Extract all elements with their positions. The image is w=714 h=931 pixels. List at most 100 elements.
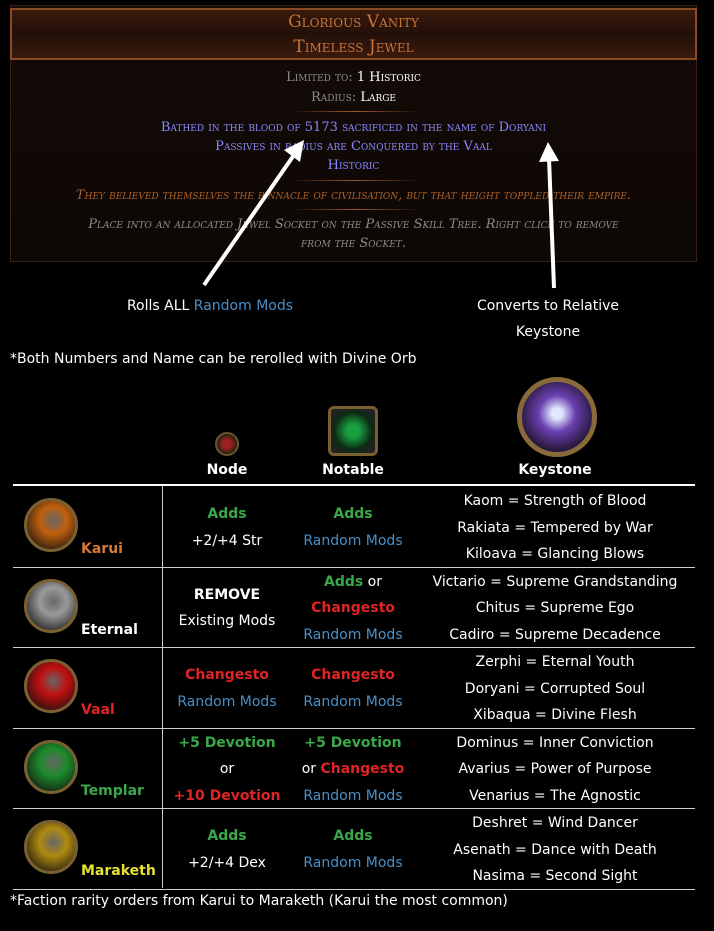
cell-text: +2/+4 Str (191, 532, 263, 549)
notable-line: +5 Devotion (293, 730, 413, 757)
row-divider (13, 566, 695, 568)
annotation-right-2: Keystone (515, 324, 581, 340)
cell-text: Random Mods (303, 532, 403, 549)
row-divider (13, 888, 695, 890)
templar-orb-icon (24, 739, 78, 794)
column-divider (162, 486, 163, 888)
annotation-right-1: Converts to Relative (476, 298, 620, 314)
node-cell: REMOVE Existing Mods (167, 582, 287, 635)
keystone-mapping: Kaom = Strength of Blood (463, 493, 647, 509)
cell-text: Random Mods (303, 693, 403, 710)
notable-line: Random Mods (293, 783, 413, 810)
maraketh-orb-icon (24, 820, 78, 874)
cell-text: Random Mods (177, 693, 277, 710)
notable-cell: Changesto Random Mods (293, 662, 413, 715)
annotation-left: Rolls ALL Random Mods (126, 298, 294, 314)
notable-line: Adds (293, 823, 413, 850)
faction-name: Karui (81, 541, 123, 557)
notable-line: Random Mods (293, 528, 413, 555)
row-divider (13, 727, 695, 729)
keystone-mapping: Venarius = The Agnostic (469, 787, 641, 804)
keystone-icon (517, 377, 597, 457)
notable-icon (328, 406, 378, 456)
cell-text: Adds (324, 573, 364, 590)
cell-text: Random Mods (303, 787, 403, 804)
node-line: Changesto (167, 662, 287, 689)
keystone-mapping: Xibaqua = Divine Flesh (473, 707, 637, 723)
keystone-mapping: Avarius = Power of Purpose (458, 761, 652, 777)
keystone-cell: Zerphi = Eternal Youth Doryani = Corrupte… (418, 649, 692, 729)
node-line: Existing Mods (167, 608, 287, 635)
cell-text: or (219, 761, 235, 777)
notable-cell: Adds or Changesto Random Mods (293, 569, 413, 649)
cell-text: +10 Devotion (173, 787, 281, 804)
node-line: +2/+4 Str (167, 528, 287, 555)
keystone-cell: Deshret = Wind Dancer Asenath = Dance wit… (418, 810, 692, 890)
keystone-mapping: Doryani = Corrupted Soul (464, 680, 646, 697)
faction-name: Maraketh (81, 863, 156, 879)
keystone-mapping: Asenath = Dance with Death (453, 841, 657, 858)
cell-text: +5 Devotion (304, 734, 402, 751)
karui-orb-icon (24, 498, 78, 552)
arrow-left (202, 140, 304, 287)
cell-text: Random Mods (303, 854, 403, 871)
node-cell: Adds +2/+4 Dex (167, 823, 287, 876)
footer-note: *Faction rarity orders from Karui to Mar… (10, 893, 508, 909)
keystone-mapping: Chitus = Supreme Ego (475, 600, 635, 616)
row-divider (13, 647, 695, 648)
keystone-cell: Dominus = Inner Conviction Avarius = Powe… (418, 730, 692, 810)
reroll-note: *Both Numbers and Name can be rerolled w… (10, 351, 417, 367)
cell-text: Adds (333, 506, 373, 522)
keystone-cell: Victario = Supreme Grandstanding Chitus =… (418, 569, 692, 649)
column-header-node: Node (206, 462, 248, 478)
cell-text: Adds (333, 828, 373, 844)
keystone-mapping: Nasima = Second Sight (472, 868, 638, 884)
notable-line: Adds (293, 501, 413, 528)
notable-line: Adds or (293, 569, 413, 596)
notable-line: or Changesto (293, 756, 413, 783)
arrows (202, 140, 559, 289)
arrow-right (539, 142, 559, 289)
keystone-mapping: Victario = Supreme Grandstanding (432, 573, 678, 590)
cell-text: +5 Devotion (178, 734, 276, 751)
notable-line: Random Mods (293, 622, 413, 649)
cell-text: Changesto (311, 667, 395, 683)
node-line: or (167, 756, 287, 783)
node-line: Random Mods (167, 689, 287, 716)
node-cell: Changesto Random Mods (167, 662, 287, 715)
keystone-mapping: Cadiro = Supreme Decadence (449, 626, 661, 643)
notable-line: Changesto (293, 662, 413, 689)
node-line: +2/+4 Dex (167, 850, 287, 877)
faction-name: Eternal (81, 621, 138, 638)
notable-cell: Adds Random Mods (293, 501, 413, 554)
node-line: Adds (167, 501, 287, 528)
eternal-orb-icon (24, 578, 78, 633)
keystone-mapping: Dominus = Inner Conviction (456, 734, 654, 751)
cell-text: REMOVE (193, 586, 261, 603)
cell-text: Random Mods (303, 626, 403, 643)
node-line: +10 Devotion (167, 783, 287, 810)
column-header-keystone: Keystone (518, 462, 592, 478)
node-line: REMOVE (167, 582, 287, 609)
cell-text: or (363, 573, 382, 590)
notable-cell: Adds Random Mods (293, 823, 413, 876)
cell-text: Changesto (311, 600, 395, 616)
notable-cell: +5 Devotion or Changesto Random Mods (293, 730, 413, 810)
column-header-notable: Notable (322, 462, 384, 478)
node-cell: Adds +2/+4 Str (167, 501, 287, 554)
node-line: +5 Devotion (167, 730, 287, 757)
table-top-border (13, 484, 695, 486)
keystone-mapping: Zerphi = Eternal Youth (475, 654, 635, 670)
notable-line: Random Mods (293, 850, 413, 877)
keystone-mapping: Rakiata = Tempered by War (457, 519, 653, 536)
row-divider (13, 808, 695, 809)
node-cell: +5 Devotion or +10 Devotion (167, 730, 287, 810)
cell-text: Adds (207, 506, 247, 522)
cell-text: +2/+4 Dex (188, 854, 266, 871)
notable-line: Changesto (293, 595, 413, 622)
node-line: Adds (167, 823, 287, 850)
cell-text: Existing Mods (178, 613, 276, 629)
faction-name: Templar (81, 782, 144, 799)
cell-text: Adds (207, 828, 247, 844)
node-icon (215, 432, 239, 456)
